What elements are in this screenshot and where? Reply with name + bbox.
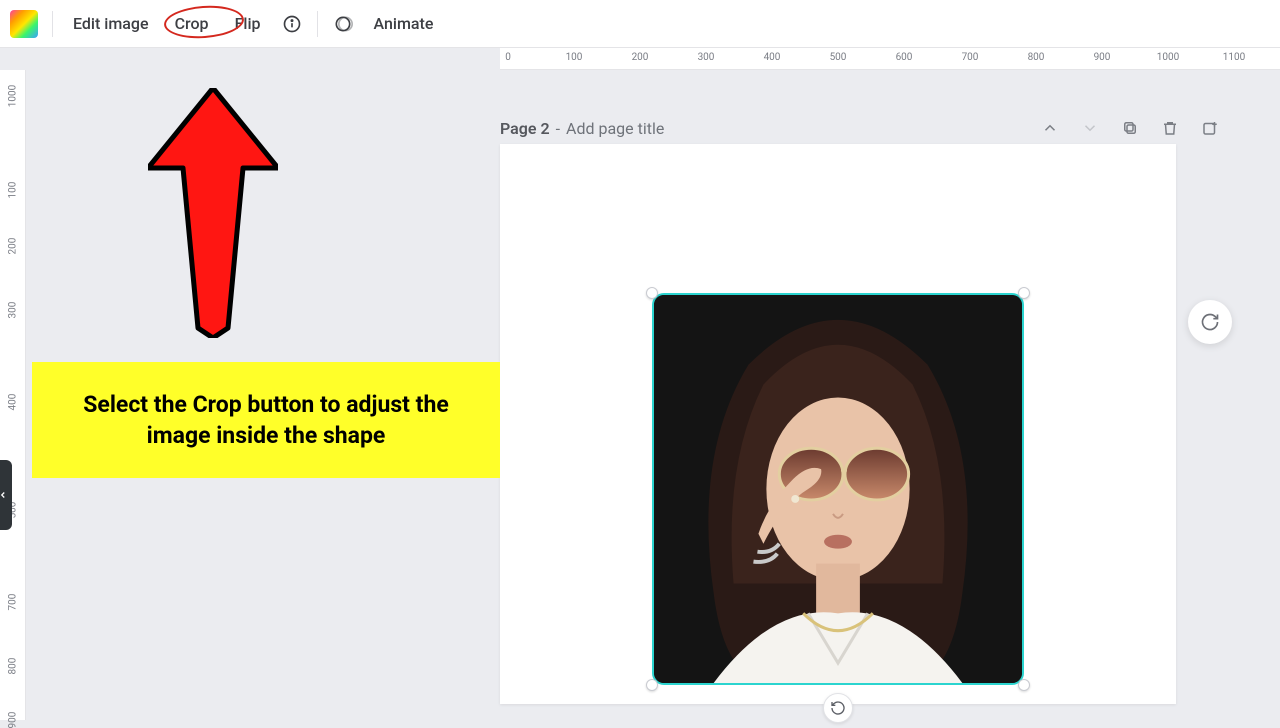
sidebar-expand-handle[interactable] [0, 460, 12, 530]
crop-button[interactable]: Crop [169, 10, 215, 37]
edit-image-button[interactable]: Edit image [67, 10, 155, 37]
ruler-tick: 300 [698, 52, 715, 63]
ruler-tick: 200 [7, 238, 18, 255]
selected-image-frame[interactable] [652, 293, 1024, 685]
ruler-tick: 900 [1094, 52, 1111, 63]
page-label: Page 2 [500, 119, 550, 138]
ruler-tick: 1000 [1157, 52, 1179, 63]
resize-handle-tr[interactable] [1018, 287, 1030, 299]
annotation-arrow [148, 88, 278, 338]
flip-button[interactable]: Flip [229, 10, 267, 37]
callout-text: Select the Crop button to adjust the ima… [62, 389, 470, 451]
ruler-tick: 400 [764, 52, 781, 63]
ruler-tick: 500 [830, 52, 847, 63]
ruler-tick: 1000 [7, 85, 18, 107]
animate-button[interactable]: Animate [368, 10, 440, 37]
context-toolbar: Edit image Crop Flip Animate [0, 0, 1280, 48]
ruler-tick: 800 [1028, 52, 1045, 63]
selected-image[interactable] [652, 293, 1024, 685]
floating-redo-button[interactable] [1188, 300, 1232, 344]
separator [317, 11, 318, 37]
ruler-tick: 0 [505, 52, 511, 63]
ruler-tick: 200 [632, 52, 649, 63]
ruler-horizontal: 0 100 200 300 400 500 600 700 800 900 10… [500, 48, 1280, 70]
ruler-tick: 100 [566, 52, 583, 63]
delete-page-icon[interactable] [1160, 118, 1180, 138]
separator [52, 11, 53, 37]
duplicate-page-icon[interactable] [1120, 118, 1140, 138]
ruler-tick: 700 [7, 594, 18, 611]
resize-handle-br[interactable] [1018, 679, 1030, 691]
ruler-tick: 100 [7, 182, 18, 199]
page-title-placeholder[interactable]: Add page title [566, 119, 664, 138]
resize-handle-bl[interactable] [646, 679, 658, 691]
animate-icon [332, 13, 354, 35]
resize-handle-tl[interactable] [646, 287, 658, 299]
info-icon[interactable] [281, 13, 303, 35]
add-page-icon[interactable] [1200, 118, 1220, 138]
image-content [654, 295, 1022, 683]
page-sep: - [556, 119, 560, 138]
design-canvas[interactable] [500, 144, 1176, 704]
color-swatch[interactable] [10, 10, 38, 38]
ruler-tick: 700 [962, 52, 979, 63]
ruler-tick: 400 [7, 394, 18, 411]
annotation-callout: Select the Crop button to adjust the ima… [32, 362, 500, 478]
collapse-up-icon[interactable] [1040, 118, 1060, 138]
page-header: Page 2 - Add page title [500, 114, 1220, 142]
ruler-vertical: 1000 100 200 300 400 500 700 800 900 [0, 70, 26, 720]
ruler-tick: 600 [896, 52, 913, 63]
ruler-tick: 800 [7, 658, 18, 675]
rotate-button[interactable] [823, 693, 853, 723]
collapse-down-icon[interactable] [1080, 118, 1100, 138]
ruler-tick: 300 [7, 302, 18, 319]
ruler-tick: 1100 [1223, 52, 1245, 63]
